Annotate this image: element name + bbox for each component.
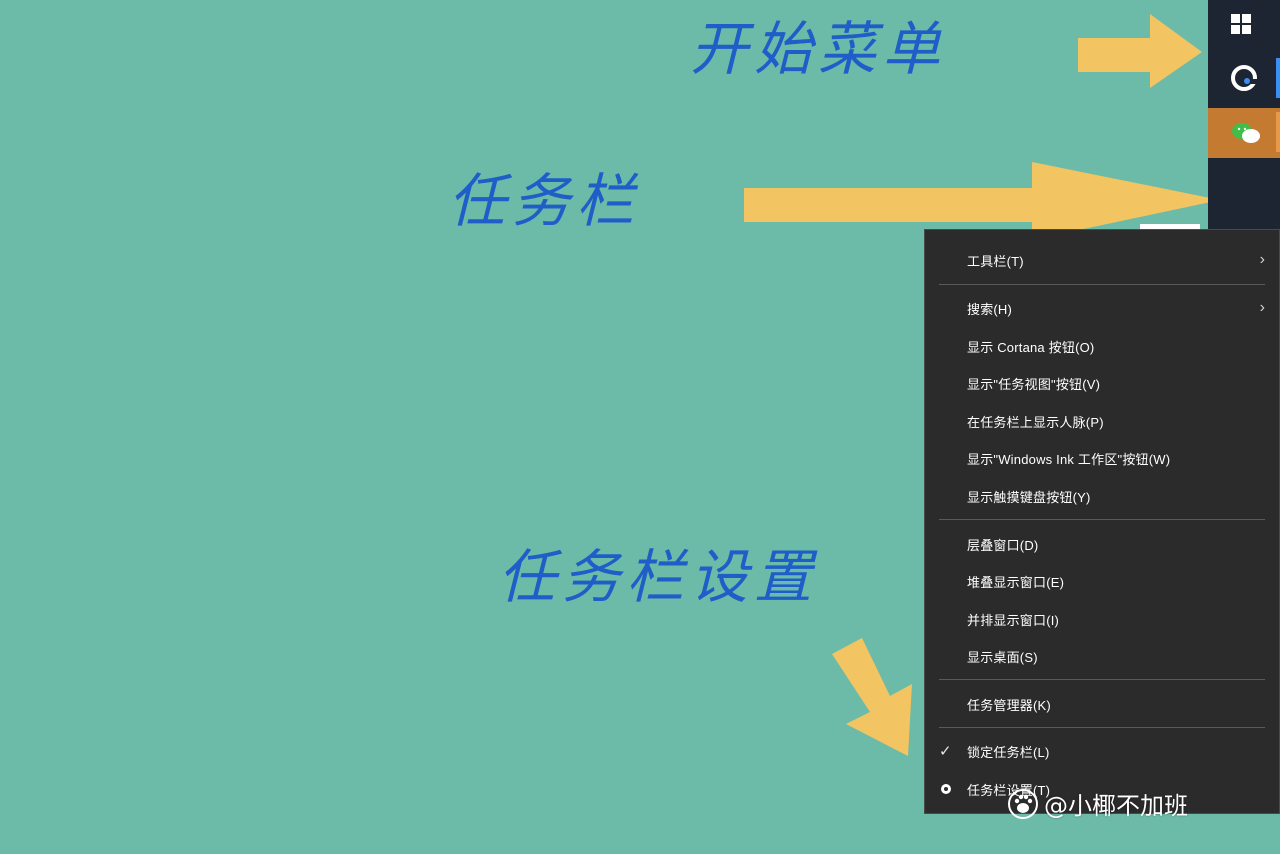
menu-item-label: 锁定任务栏(L) — [967, 744, 1050, 760]
menu-item-label: 显示"任务视图"按钮(V) — [967, 376, 1101, 392]
menu-item-task-manager[interactable]: 任务管理器(K) — [925, 687, 1279, 721]
chevron-right-icon: › — [1259, 299, 1265, 316]
menu-item-show-touch-keyboard[interactable]: 显示触摸键盘按钮(Y) — [925, 479, 1279, 513]
menu-item-stack-windows[interactable]: 堆叠显示窗口(E) — [925, 564, 1279, 598]
windows-start-icon — [1231, 14, 1251, 34]
menu-item-label: 显示桌面(S) — [967, 649, 1038, 665]
menu-item-label: 搜索(H) — [967, 301, 1013, 317]
menu-item-side-by-side[interactable]: 并排显示窗口(I) — [925, 602, 1279, 636]
menu-item-toolbars[interactable]: 工具栏(T) › — [925, 243, 1279, 277]
menu-item-label: 显示 Cortana 按钮(O) — [967, 339, 1095, 355]
desktop: 开始菜单 任务栏 任务栏设置 工具栏(T) › 搜索(H) › 显示 Corta… — [0, 0, 1280, 854]
menu-item-show-desktop[interactable]: 显示桌面(S) — [925, 639, 1279, 673]
wechat-icon — [1232, 123, 1260, 143]
menu-item-show-cortana[interactable]: 显示 Cortana 按钮(O) — [925, 329, 1279, 363]
edge-icon — [1231, 65, 1257, 91]
menu-item-lock-taskbar[interactable]: ✓ 锁定任务栏(L) — [925, 734, 1279, 768]
annotation-taskbar-settings: 任务栏设置 — [498, 543, 819, 611]
chevron-right-icon: › — [1259, 251, 1265, 268]
menu-separator — [939, 284, 1265, 285]
paw-logo-icon — [1008, 788, 1038, 819]
menu-item-label: 显示触摸键盘按钮(Y) — [967, 489, 1091, 505]
menu-item-show-people[interactable]: 在任务栏上显示人脉(P) — [925, 404, 1279, 438]
arrow-to-taskbar-settings — [832, 638, 912, 756]
menu-item-show-task-view[interactable]: 显示"任务视图"按钮(V) — [925, 366, 1279, 400]
taskbar-app-wechat[interactable] — [1208, 108, 1280, 158]
menu-item-label: 层叠窗口(D) — [967, 537, 1039, 553]
menu-item-label: 堆叠显示窗口(E) — [967, 574, 1065, 590]
checkmark-icon: ✓ — [939, 743, 952, 760]
arrow-to-start-menu — [1078, 14, 1202, 88]
annotation-taskbar: 任务栏 — [448, 167, 641, 235]
menu-item-label: 工具栏(T) — [967, 253, 1024, 269]
annotation-start-menu: 开始菜单 — [690, 15, 947, 83]
menu-item-label: 并排显示窗口(I) — [967, 612, 1060, 628]
taskbar-app-edge[interactable] — [1208, 54, 1280, 102]
watermark: @小椰不加班 — [1008, 786, 1188, 821]
taskbar-context-menu: 工具栏(T) › 搜索(H) › 显示 Cortana 按钮(O) 显示"任务视… — [924, 229, 1280, 814]
gear-icon — [941, 784, 951, 794]
menu-item-label: 任务管理器(K) — [967, 697, 1051, 713]
watermark-text: @小椰不加班 — [1044, 792, 1188, 820]
menu-separator — [939, 727, 1265, 728]
menu-item-cascade-windows[interactable]: 层叠窗口(D) — [925, 527, 1279, 561]
menu-item-label: 显示"Windows Ink 工作区"按钮(W) — [967, 451, 1171, 467]
menu-item-search[interactable]: 搜索(H) › — [925, 291, 1279, 325]
start-button[interactable] — [1208, 0, 1280, 48]
menu-item-label: 在任务栏上显示人脉(P) — [967, 414, 1104, 430]
menu-separator — [939, 519, 1265, 520]
menu-separator — [939, 679, 1265, 680]
taskbar — [1208, 0, 1280, 232]
menu-item-show-windows-ink[interactable]: 显示"Windows Ink 工作区"按钮(W) — [925, 441, 1279, 475]
